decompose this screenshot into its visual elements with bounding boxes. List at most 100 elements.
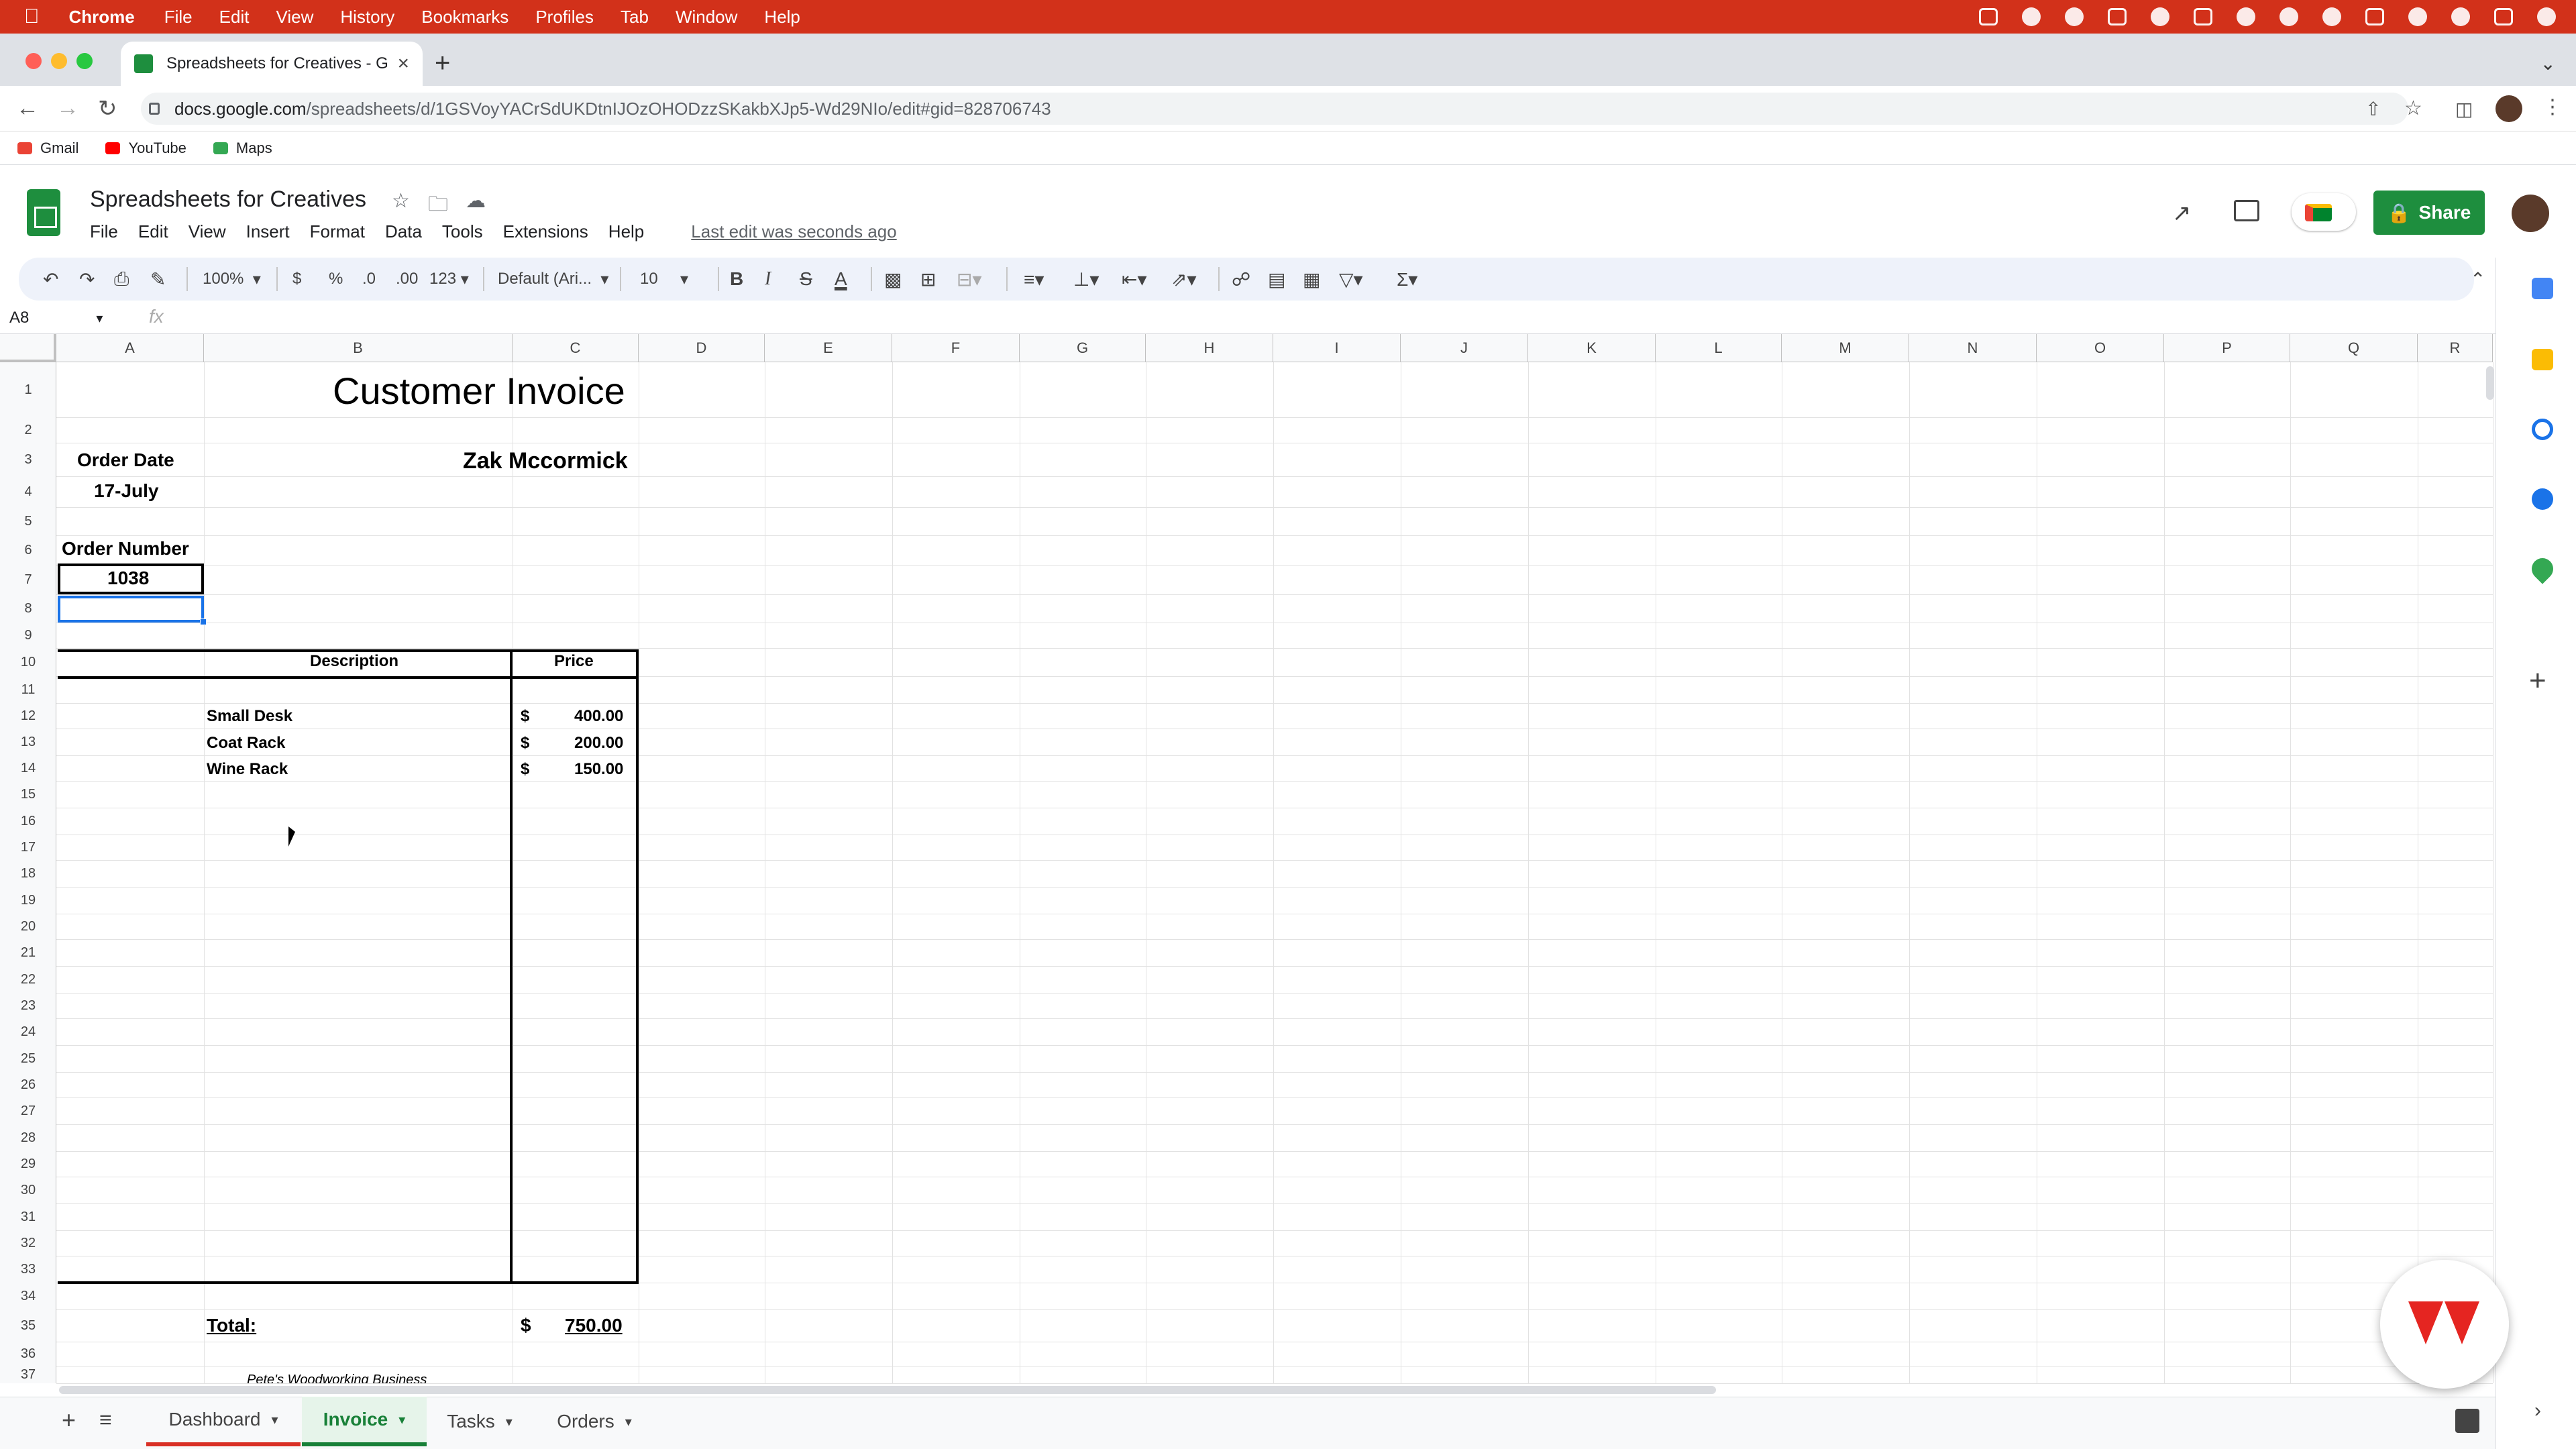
cloud-icon[interactable] [2022, 7, 2041, 26]
add-sheet-button[interactable]: + [62, 1406, 76, 1434]
menu-help[interactable]: Help [608, 221, 644, 242]
move-folder-icon[interactable]: 🗀 [428, 189, 448, 223]
row-header[interactable]: 6 [0, 535, 56, 565]
row-header[interactable]: 9 [0, 623, 56, 648]
menubar-tab[interactable]: Tab [621, 7, 649, 28]
display-icon[interactable] [2108, 8, 2127, 25]
sheet-tab-orders[interactable]: Orders ▾ [541, 1397, 648, 1446]
order-number-label[interactable]: Order Number [62, 538, 189, 559]
font-select[interactable]: Default (Ari... ▾ [498, 264, 608, 294]
add-addon-icon[interactable]: + [2529, 664, 2546, 698]
apple-icon[interactable]:  [24, 5, 40, 28]
row-header[interactable]: 35 [0, 1309, 56, 1342]
share-button[interactable]: 🔒 Share [2373, 191, 2485, 235]
item-currency[interactable]: $ [521, 734, 529, 753]
row-header[interactable]: 2 [0, 417, 56, 443]
wifi-icon[interactable] [2279, 7, 2298, 26]
bluetooth-icon[interactable] [2237, 7, 2255, 26]
column-header[interactable]: H [1146, 334, 1273, 362]
fill-color-icon[interactable]: ▩ [884, 264, 902, 294]
item-price[interactable]: 150.00 [574, 760, 623, 779]
item-currency[interactable]: $ [521, 707, 529, 726]
browser-tab[interactable]: Spreadsheets for Creatives - G × [121, 42, 423, 86]
bold-button[interactable]: B [730, 264, 743, 294]
calendar-icon[interactable] [2532, 278, 2553, 299]
text-color-button[interactable]: A [835, 264, 847, 294]
vertical-scrollbar[interactable] [2486, 366, 2494, 400]
meet-button[interactable] [2292, 193, 2356, 231]
row-header[interactable]: 23 [0, 993, 56, 1018]
url-field[interactable]: docs.google.com/spreadsheets/d/1GSVoyYAC… [141, 93, 2408, 125]
column-header[interactable]: M [1782, 334, 1909, 362]
row-header[interactable]: 32 [0, 1230, 56, 1256]
menu-edit[interactable]: Edit [138, 221, 168, 242]
row-header[interactable]: 1 [0, 362, 56, 417]
row-header[interactable]: 29 [0, 1151, 56, 1177]
order-date-label[interactable]: Order Date [77, 449, 174, 471]
row-header[interactable]: 20 [0, 914, 56, 939]
account-avatar[interactable] [2512, 195, 2549, 232]
insert-link-icon[interactable]: ☍ [1232, 264, 1250, 294]
borders-icon[interactable]: ⊞ [920, 264, 936, 294]
item-price[interactable]: 400.00 [574, 707, 623, 726]
column-header[interactable]: B [204, 334, 513, 362]
column-header[interactable]: F [892, 334, 1020, 362]
menu-tools[interactable]: Tools [442, 221, 483, 242]
profile-avatar[interactable] [2496, 95, 2522, 122]
menubar-edit[interactable]: Edit [219, 7, 250, 28]
lock-icon[interactable] [149, 103, 160, 115]
column-header[interactable]: Q [2290, 334, 2418, 362]
tab-search-chevron-icon[interactable]: ⌄ [2540, 52, 2556, 74]
vertical-align-icon[interactable]: ⊥▾ [1073, 264, 1099, 294]
column-header[interactable]: A [56, 334, 204, 362]
row-header[interactable]: 11 [0, 676, 56, 703]
merge-cells-icon[interactable]: ⊟▾ [957, 264, 982, 294]
menu-extensions[interactable]: Extensions [503, 221, 588, 242]
functions-icon[interactable]: Σ▾ [1397, 264, 1417, 294]
row-header[interactable]: 28 [0, 1124, 56, 1151]
row-header[interactable]: 30 [0, 1177, 56, 1203]
column-header[interactable]: E [765, 334, 892, 362]
cloud-status-icon[interactable]: ☁ [466, 189, 486, 213]
sheets-logo-icon[interactable] [27, 189, 60, 236]
sheet-tab-invoice[interactable]: Invoice ▾ [302, 1397, 427, 1446]
row-header[interactable]: 7 [0, 565, 56, 594]
spotlight-icon[interactable] [2451, 7, 2470, 26]
filter-icon[interactable]: ▽▾ [1339, 264, 1363, 294]
s-app-icon[interactable] [2194, 8, 2212, 25]
total-label[interactable]: Total: [207, 1315, 256, 1336]
column-header[interactable]: P [2164, 334, 2290, 362]
column-header[interactable]: I [1273, 334, 1401, 362]
print-icon[interactable]: ⎙ [114, 264, 129, 294]
row-header[interactable]: 27 [0, 1097, 56, 1124]
menu-view[interactable]: View [189, 221, 226, 242]
siri-icon[interactable] [2537, 7, 2556, 26]
bookmark-star-icon[interactable]: ☆ [2404, 97, 2422, 120]
item-desc[interactable]: Coat Rack [207, 734, 285, 753]
user-icon[interactable] [2408, 7, 2427, 26]
redo-icon[interactable]: ↷ [79, 264, 95, 294]
row-header[interactable]: 24 [0, 1018, 56, 1045]
total-value[interactable]: 750.00 [565, 1315, 623, 1336]
row-header[interactable]: 3 [0, 443, 56, 476]
row-header[interactable]: 31 [0, 1203, 56, 1230]
item-desc[interactable]: Wine Rack [207, 760, 288, 779]
column-header[interactable]: K [1528, 334, 1656, 362]
row-header[interactable]: 26 [0, 1072, 56, 1097]
order-number-value[interactable]: 1038 [107, 568, 149, 589]
column-header[interactable]: G [1020, 334, 1146, 362]
footer-text[interactable]: Pete's Woodworking Business [247, 1373, 427, 1383]
row-header[interactable]: 18 [0, 860, 56, 887]
item-price[interactable]: 200.00 [574, 734, 623, 753]
column-header[interactable]: J [1401, 334, 1528, 362]
price-header[interactable]: Price [554, 652, 594, 671]
last-edit-link[interactable]: Last edit was seconds ago [691, 221, 896, 242]
text-rotation-icon[interactable]: ⇗▾ [1171, 264, 1197, 294]
row-header[interactable]: 5 [0, 507, 56, 535]
menubar-help[interactable]: Help [764, 7, 800, 28]
close-window-button[interactable] [25, 53, 42, 69]
bookmark-youtube[interactable]: YouTube [105, 140, 186, 157]
browser-menu-icon[interactable]: ⋮ [2542, 95, 2563, 119]
select-all-corner[interactable] [0, 334, 56, 362]
hide-panel-icon[interactable]: › [2534, 1399, 2541, 1422]
